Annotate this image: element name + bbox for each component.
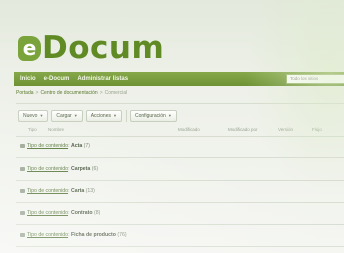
column-header-tipo[interactable]: Tipo xyxy=(28,127,37,132)
expand-group-icon[interactable] xyxy=(20,143,25,148)
expand-group-icon[interactable] xyxy=(20,188,25,193)
list-column-headers: Tipo Nombre Modificado Modificado por Ve… xyxy=(16,125,344,135)
acciones-label: Acciones xyxy=(90,113,111,119)
divider xyxy=(16,202,344,203)
group-count: (76) xyxy=(117,232,127,238)
chevron-down-icon: ▼ xyxy=(112,113,117,118)
group-count: (8) xyxy=(94,210,101,216)
group-separator: : xyxy=(68,166,70,172)
breadcrumb-current: Comercial xyxy=(104,90,128,96)
group-separator: : xyxy=(68,210,70,216)
logo-text: Docum xyxy=(42,30,165,66)
breadcrumb-portada[interactable]: Portada xyxy=(16,90,34,96)
breadcrumb-centro-documentacion[interactable]: Centro de documentación xyxy=(40,90,97,96)
column-header-version[interactable]: Versión xyxy=(278,127,293,132)
configuracion-menu-button[interactable]: Configuración ▼ xyxy=(129,110,177,122)
group-separator: : xyxy=(68,232,70,238)
expand-group-icon[interactable] xyxy=(20,232,25,237)
group-separator: : xyxy=(68,143,70,149)
expand-group-icon[interactable] xyxy=(20,210,25,215)
site-search-input[interactable]: Todo los sitios xyxy=(286,74,344,84)
list-group-row[interactable]: Tipo de contenido: Carta (13) xyxy=(20,188,340,198)
group-name: Carta xyxy=(70,188,85,194)
nuevo-label: Nuevo xyxy=(23,113,38,119)
group-name: Acta xyxy=(70,143,83,149)
chevron-down-icon: ▼ xyxy=(73,113,78,118)
list-toolbar: Nuevo ▼ Cargar ▼ Acciones ▼ Configuración ▼ xyxy=(18,110,180,122)
column-header-flujo[interactable]: Flujo xyxy=(312,127,322,132)
group-count: (13) xyxy=(85,188,95,194)
column-header-modificado[interactable]: Modificado xyxy=(178,127,200,132)
divider xyxy=(16,180,344,181)
page: e Docum Inicio e-Docum Administrar lista… xyxy=(0,0,344,253)
breadcrumb: Portada > Centro de documentación > Comercia… xyxy=(16,90,336,100)
nav-item-administrar-listas[interactable]: Administrar listas xyxy=(77,76,128,82)
breadcrumb-separator: > xyxy=(99,90,103,96)
chevron-down-icon: ▼ xyxy=(39,113,44,118)
group-name: Contrato xyxy=(70,210,93,216)
group-count: (7) xyxy=(83,143,91,149)
cargar-label: Cargar xyxy=(56,113,72,119)
group-name: Carpeta xyxy=(70,166,91,172)
group-type-link[interactable]: Tipo de contenido xyxy=(27,143,68,149)
group-separator: : xyxy=(68,188,70,194)
list-group-row[interactable]: Tipo de contenido: Carpeta (6) xyxy=(20,166,340,176)
group-name: Ficha de producto xyxy=(70,232,116,238)
toolbar-separator xyxy=(125,110,127,122)
nuevo-menu-button[interactable]: Nuevo ▼ xyxy=(18,110,49,122)
divider xyxy=(16,246,344,247)
breadcrumb-separator: > xyxy=(35,90,39,96)
list-group-row[interactable]: Tipo de contenido: Contrato (8) xyxy=(20,210,340,220)
edocum-logo[interactable]: e Docum xyxy=(18,30,164,66)
logo-mark-icon: e xyxy=(18,35,41,61)
acciones-menu-button[interactable]: Acciones ▼ xyxy=(85,110,122,122)
column-header-modificado-por[interactable]: Modificado por xyxy=(228,127,258,132)
group-type-link[interactable]: Tipo de contenido xyxy=(27,188,68,194)
column-header-nombre[interactable]: Nombre xyxy=(48,127,64,132)
nav-item-edocum[interactable]: e-Docum xyxy=(44,76,70,82)
group-type-link[interactable]: Tipo de contenido xyxy=(27,210,68,216)
list-group-row[interactable]: Tipo de contenido: Acta (7) xyxy=(20,143,340,153)
divider xyxy=(16,136,344,137)
chevron-down-icon: ▼ xyxy=(167,113,172,118)
group-type-link[interactable]: Tipo de contenido xyxy=(27,166,68,172)
group-count: (6) xyxy=(91,166,99,172)
divider xyxy=(16,224,344,225)
top-nav-bar: Inicio e-Docum Administrar listas Todo l… xyxy=(14,72,344,86)
group-type-link[interactable]: Tipo de contenido xyxy=(27,232,68,238)
expand-group-icon[interactable] xyxy=(20,166,25,171)
cargar-menu-button[interactable]: Cargar ▼ xyxy=(51,110,83,122)
configuracion-label: Configuración xyxy=(134,113,166,119)
list-group-row[interactable]: Tipo de contenido: Ficha de producto (76… xyxy=(20,232,340,242)
nav-item-inicio[interactable]: Inicio xyxy=(20,76,36,82)
divider xyxy=(16,103,344,104)
divider xyxy=(16,157,344,158)
